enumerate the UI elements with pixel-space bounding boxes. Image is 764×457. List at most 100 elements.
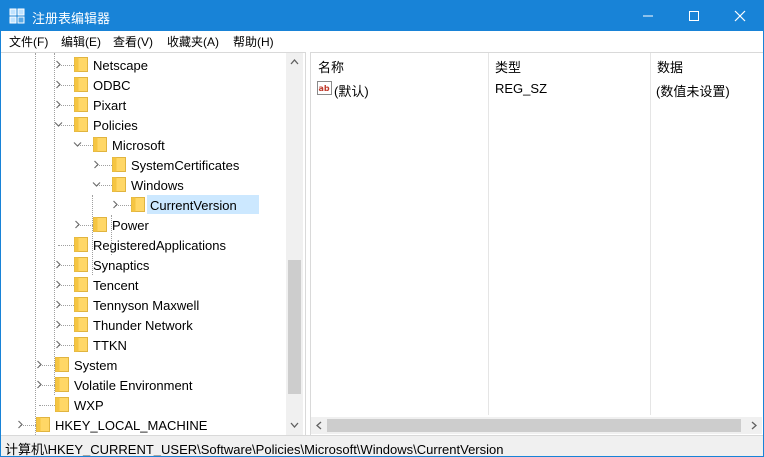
- folder-icon: [74, 277, 88, 292]
- tree-guide-line: [54, 53, 55, 395]
- chevron-right-icon[interactable]: [54, 60, 63, 69]
- close-icon: [734, 10, 746, 22]
- tree-item-wxp[interactable]: WXP: [1, 395, 285, 415]
- close-button[interactable]: [717, 1, 763, 31]
- value-type: REG_SZ: [495, 81, 548, 96]
- column-data-label: 数据: [657, 60, 684, 75]
- menu-favorites[interactable]: 收藏夹(A): [163, 33, 223, 50]
- column-header-data[interactable]: 数据: [650, 53, 763, 75]
- chevron-down-icon[interactable]: [92, 180, 101, 189]
- value-list[interactable]: 名称 类型 数据 ab (默认) REG_SZ (数值未设置): [310, 52, 763, 435]
- chevron-right-icon[interactable]: [54, 300, 63, 309]
- tree-item-system[interactable]: System: [1, 355, 285, 375]
- tree-item-label: Pixart: [93, 98, 127, 113]
- folder-icon: [74, 57, 88, 72]
- chevron-down-icon[interactable]: [54, 120, 63, 129]
- tree-guide-line: [111, 215, 112, 255]
- tree-vertical-scrollbar[interactable]: [286, 53, 303, 435]
- tree-item-thunder-network[interactable]: Thunder Network: [1, 315, 285, 335]
- tree-item-label: ODBC: [93, 78, 131, 93]
- tree-item-label: Netscape: [93, 58, 148, 73]
- tree-item-ttkn[interactable]: TTKN: [1, 335, 285, 355]
- chevron-right-icon[interactable]: [54, 340, 63, 349]
- string-value-icon: ab: [317, 81, 332, 95]
- chevron-right-icon[interactable]: [35, 360, 44, 369]
- svg-text:ab: ab: [319, 84, 330, 93]
- tree-item-power[interactable]: Power: [1, 215, 285, 235]
- tree-item-hkey-local-machine[interactable]: HKEY_LOCAL_MACHINE: [1, 415, 285, 435]
- scroll-right-icon[interactable]: [751, 421, 757, 430]
- menu-edit[interactable]: 编辑(E): [57, 33, 105, 50]
- list-horizontal-scrollbar[interactable]: [311, 417, 762, 434]
- tree-item-label: TTKN: [93, 338, 127, 353]
- chevron-right-icon[interactable]: [54, 320, 63, 329]
- scroll-left-icon[interactable]: [316, 421, 322, 430]
- tree-item-policies[interactable]: Policies: [1, 115, 285, 135]
- chevron-right-icon[interactable]: [92, 160, 101, 169]
- tree-item-currentversion[interactable]: CurrentVersion: [1, 195, 285, 215]
- tree-item-label: Thunder Network: [93, 318, 193, 333]
- chevron-down-icon[interactable]: [73, 140, 82, 149]
- chevron-right-icon[interactable]: [35, 380, 44, 389]
- chevron-right-icon[interactable]: [16, 420, 25, 429]
- tree-item-label: RegisteredApplications: [93, 238, 226, 253]
- column-name-label: 名称: [318, 60, 345, 75]
- value-data: (数值未设置): [656, 84, 730, 99]
- column-divider[interactable]: [488, 53, 489, 415]
- scroll-down-icon[interactable]: [290, 422, 299, 428]
- chevron-right-icon[interactable]: [54, 260, 63, 269]
- tree-item-netscape[interactable]: Netscape: [1, 55, 285, 75]
- tree-item-tencent[interactable]: Tencent: [1, 275, 285, 295]
- folder-icon: [36, 417, 50, 432]
- list-scroll-thumb[interactable]: [327, 419, 741, 432]
- column-header-type[interactable]: 类型: [488, 53, 650, 75]
- chevron-right-icon[interactable]: [54, 100, 63, 109]
- tree-item-label: WXP: [74, 398, 104, 413]
- tree-connector: [39, 405, 55, 406]
- tree-item-label: Tencent: [93, 278, 139, 293]
- tree-item-odbc[interactable]: ODBC: [1, 75, 285, 95]
- chevron-right-icon[interactable]: [54, 80, 63, 89]
- tree-item-label: System: [74, 358, 118, 373]
- folder-icon: [93, 217, 107, 232]
- column-header-name[interactable]: 名称: [311, 53, 488, 75]
- folder-icon: [112, 157, 126, 172]
- scroll-up-icon[interactable]: [290, 59, 299, 65]
- menu-bar: 文件(F) 编辑(E) 查看(V) 收藏夹(A) 帮助(H): [1, 31, 763, 51]
- folder-icon: [74, 117, 88, 132]
- tree-item-microsoft[interactable]: Microsoft: [1, 135, 285, 155]
- key-tree[interactable]: Netscape ODBC Pixart Policies Microsoft Syste…: [1, 52, 306, 435]
- tree-guide-line: [35, 53, 36, 435]
- folder-icon: [93, 137, 107, 152]
- tree-item-label: Synaptics: [93, 258, 150, 273]
- minimize-button[interactable]: [625, 1, 671, 31]
- menu-view[interactable]: 查看(V): [109, 33, 157, 50]
- tree-item-volatile-environment[interactable]: Volatile Environment: [1, 375, 285, 395]
- window-title: 注册表编辑器: [32, 11, 111, 26]
- tree-item-synaptics[interactable]: Synaptics: [1, 255, 285, 275]
- folder-icon: [74, 77, 88, 92]
- folder-icon: [55, 377, 69, 392]
- folder-icon: [55, 397, 69, 412]
- column-divider[interactable]: [650, 53, 651, 415]
- tree-item-label: HKEY_LOCAL_MACHINE: [55, 418, 208, 433]
- chevron-right-icon[interactable]: [73, 220, 82, 229]
- menu-file[interactable]: 文件(F): [5, 33, 52, 50]
- chevron-right-icon[interactable]: [111, 200, 120, 209]
- tree-item-label: Windows: [131, 178, 184, 193]
- tree-item-tennyson-maxwell[interactable]: Tennyson Maxwell: [1, 295, 285, 315]
- maximize-button[interactable]: [671, 1, 717, 31]
- tree-item-registeredapplications[interactable]: RegisteredApplications: [1, 235, 285, 255]
- title-bar[interactable]: 注册表编辑器: [1, 1, 763, 31]
- registry-editor-window: 注册表编辑器 文件(F) 编辑(E) 查看(V) 收藏夹(A) 帮助(H) Ne…: [0, 0, 764, 457]
- chevron-right-icon[interactable]: [54, 280, 63, 289]
- tree-item-windows[interactable]: Windows: [1, 175, 285, 195]
- tree-item-label: SystemCertificates: [131, 158, 240, 173]
- menu-help[interactable]: 帮助(H): [229, 33, 278, 50]
- tree-scroll-thumb[interactable]: [288, 260, 301, 394]
- value-name: (默认): [334, 84, 369, 99]
- tree-item-pixart[interactable]: Pixart: [1, 95, 285, 115]
- folder-icon: [55, 357, 69, 372]
- tree-item-systemcertificates[interactable]: SystemCertificates: [1, 155, 285, 175]
- value-row[interactable]: ab (默认) REG_SZ (数值未设置): [311, 77, 761, 99]
